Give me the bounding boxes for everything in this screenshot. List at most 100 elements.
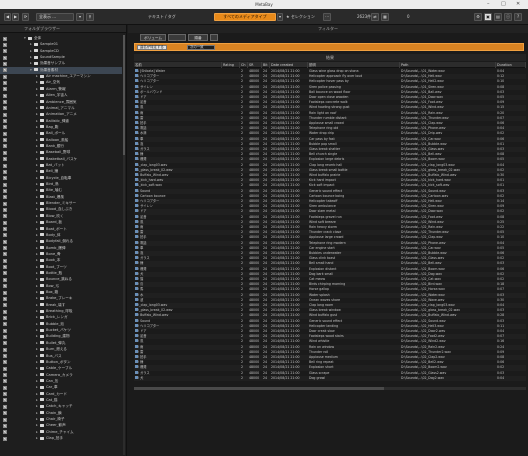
checkbox[interactable]: ✓	[3, 290, 7, 295]
checkbox[interactable]: ✓	[3, 87, 7, 92]
checkbox[interactable]: ✓	[3, 315, 7, 320]
checkbox[interactable]: ✓	[3, 309, 7, 314]
checkbox[interactable]: ✓	[3, 74, 7, 79]
col-path[interactable]: Path	[400, 62, 496, 68]
checkbox[interactable]: ✓	[3, 258, 7, 263]
checkbox[interactable]: ✓	[3, 296, 7, 301]
checkbox[interactable]: ✓	[3, 277, 7, 282]
search-field[interactable]: テキスト / タグ	[148, 14, 176, 20]
checkbox[interactable]: ✓	[3, 195, 7, 200]
checkbox[interactable]: ✓	[3, 385, 7, 390]
col-name[interactable]: 名前	[134, 62, 222, 68]
checkbox[interactable]: ✓	[3, 93, 7, 98]
help-icon[interactable]: ?	[514, 13, 522, 21]
checkbox[interactable]: ✓	[3, 239, 7, 244]
checkbox[interactable]: ✓	[3, 423, 7, 428]
checkbox[interactable]: ✓	[3, 366, 7, 371]
close-icon[interactable]: ✕	[516, 1, 520, 7]
col-rating[interactable]: Rating	[222, 62, 240, 68]
checkbox[interactable]: ✓	[3, 392, 7, 397]
folder-item[interactable]: ✓ ▸ Clap_拍手	[0, 435, 122, 442]
checkbox[interactable]: ✓	[3, 61, 7, 66]
checkbox[interactable]: ✓	[3, 36, 7, 41]
checkbox[interactable]: ✓	[3, 119, 7, 124]
folder-scrollbar[interactable]	[123, 35, 125, 455]
results-hscrollbar[interactable]	[134, 387, 526, 390]
maximize-icon[interactable]: □	[501, 1, 506, 7]
col-ch[interactable]: Ch	[240, 62, 248, 68]
checkbox[interactable]: ✓	[3, 220, 7, 225]
checkbox[interactable]: ✓	[3, 233, 7, 238]
checkbox[interactable]: ✓	[3, 430, 7, 435]
tab-volume[interactable]: ボリューム	[140, 34, 166, 41]
checkbox[interactable]: ✓	[3, 207, 7, 212]
more-button[interactable]: ⋯	[323, 13, 331, 21]
filter-icon[interactable]: ⚲	[86, 13, 94, 21]
checkbox[interactable]: ✓	[3, 398, 7, 403]
col-duration[interactable]: Duration	[496, 62, 526, 68]
checkbox[interactable]: ✓	[3, 100, 7, 104]
media-type-dropdown-icon[interactable]: ▾	[277, 13, 283, 21]
checkbox[interactable]: ✓	[3, 265, 7, 270]
checkbox[interactable]: ✓	[3, 201, 7, 206]
checkbox[interactable]: ✓	[3, 176, 7, 181]
checkbox[interactable]: ✓	[3, 131, 7, 136]
checkbox[interactable]: ✓	[3, 341, 7, 346]
checkbox[interactable]: ✓	[3, 42, 7, 47]
checkbox[interactable]: ✓	[3, 271, 7, 276]
checkbox[interactable]: ✓	[3, 284, 7, 289]
checkbox[interactable]: ✓	[3, 163, 7, 168]
checkbox[interactable]: ✓	[3, 379, 7, 384]
checkbox[interactable]: ✓	[3, 80, 7, 85]
forward-button[interactable]: ▶	[12, 13, 19, 21]
settings-icon[interactable]: ⚙	[474, 13, 482, 21]
checkbox[interactable]: ✓	[3, 360, 7, 365]
checkbox[interactable]: ✓	[3, 55, 7, 60]
table-row[interactable]: 02 犬 2 48000 24 2014/08/21 21:00 Dog growl D:\…	[134, 375, 526, 381]
col-sr[interactable]: SR	[248, 62, 262, 68]
filter-operator-select[interactable]: 次の一致	[187, 45, 215, 50]
checkbox[interactable]: ✓	[3, 334, 7, 339]
checkbox[interactable]: ✓	[3, 169, 7, 174]
checkbox[interactable]: ✓	[3, 354, 7, 358]
grid-icon[interactable]: ▦	[381, 13, 389, 21]
panel-icon[interactable]: ▤	[494, 13, 502, 21]
checkbox[interactable]: ✓	[3, 347, 7, 352]
info-icon[interactable]: ⓘ	[504, 13, 512, 21]
checkbox[interactable]: ✓	[3, 106, 7, 111]
filter-field-select[interactable]: 曲名が特定する	[137, 45, 167, 50]
checkbox[interactable]: ✓	[3, 227, 7, 231]
media-type-button[interactable]: すべてのメディアタイプ	[214, 13, 276, 21]
checkbox[interactable]: ✓	[3, 112, 7, 117]
minimize-icon[interactable]: –	[487, 1, 490, 7]
refresh-icon[interactable]: ⟳	[22, 13, 29, 21]
selection-label[interactable]: ★ セレクション	[286, 14, 315, 20]
checkbox[interactable]: ✓	[3, 328, 7, 333]
source-select[interactable]: 全表示 ...	[36, 13, 74, 21]
checkbox[interactable]: ✓	[3, 68, 7, 73]
checkbox[interactable]: ✓	[3, 157, 7, 162]
col-date[interactable]: Date created	[270, 62, 308, 68]
checkbox[interactable]: ✓	[3, 138, 7, 143]
checkbox[interactable]: ✓	[3, 182, 7, 187]
checkbox[interactable]: ✓	[3, 49, 7, 54]
swap-icon[interactable]: ⇄	[371, 13, 379, 21]
checkbox[interactable]: ✓	[3, 303, 7, 308]
tab-add[interactable]	[210, 34, 218, 41]
checkbox[interactable]: ✓	[3, 144, 7, 149]
back-button[interactable]: ◀	[4, 13, 11, 21]
col-description[interactable]: 説明	[308, 62, 400, 68]
col-bit[interactable]: Bit	[262, 62, 270, 68]
chevron-down-icon[interactable]: ▾	[76, 13, 84, 21]
checkbox[interactable]: ✓	[3, 373, 7, 378]
checkbox[interactable]: ✓	[3, 404, 7, 409]
checkbox[interactable]: ✓	[3, 246, 7, 251]
checkbox[interactable]: ✓	[3, 411, 7, 416]
checkbox[interactable]: ✓	[3, 252, 7, 257]
tab-order[interactable]: 順番	[188, 34, 208, 41]
checkbox[interactable]: ✓	[3, 214, 7, 219]
checkbox[interactable]: ✓	[3, 150, 7, 155]
checkbox[interactable]: ✓	[3, 436, 7, 441]
tab-2[interactable]	[168, 34, 186, 41]
checkbox[interactable]: ✓	[3, 322, 7, 327]
